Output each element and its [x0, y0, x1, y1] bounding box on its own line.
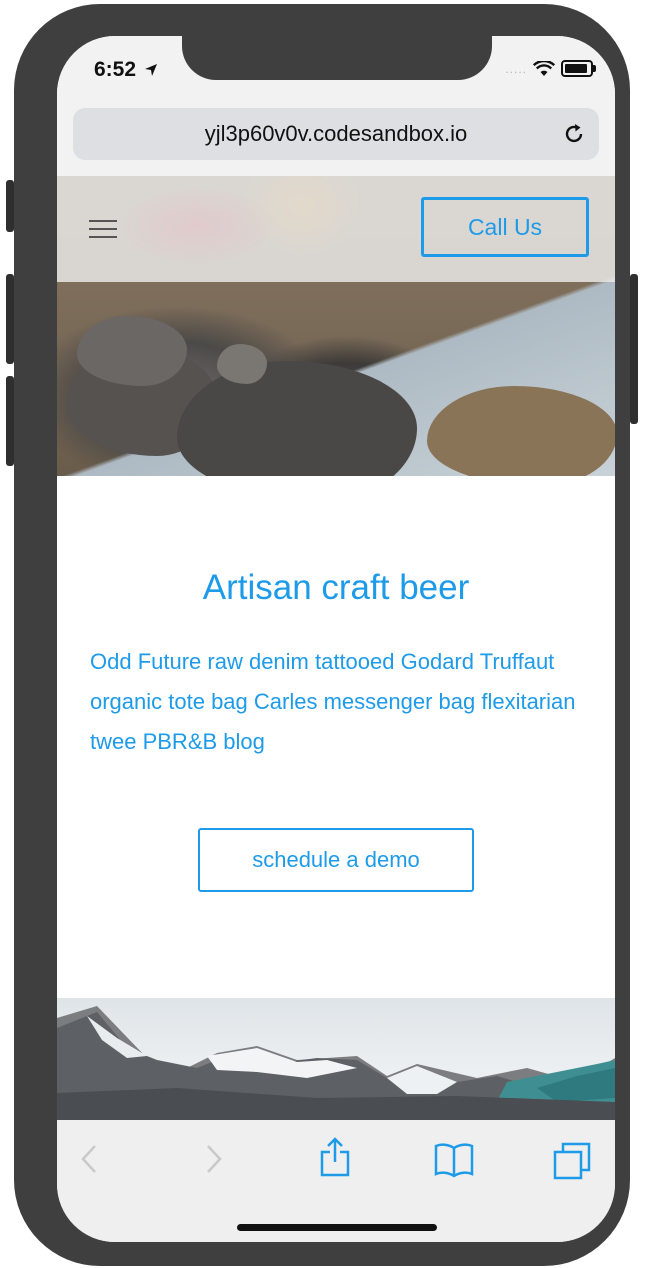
rock-shape — [217, 344, 267, 384]
forward-icon[interactable] — [202, 1142, 226, 1176]
menu-icon[interactable] — [89, 220, 117, 238]
menu-line — [89, 228, 117, 230]
url-text: yjl3p60v0v.codesandbox.io — [204, 121, 468, 146]
mute-switch — [6, 180, 14, 232]
home-indicator — [237, 1224, 437, 1231]
location-arrow-icon — [144, 64, 157, 76]
volume-up-button — [6, 274, 14, 364]
power-button — [630, 274, 638, 424]
address-bar[interactable]: yjl3p60v0v.codesandbox.io — [73, 108, 599, 160]
reload-icon[interactable] — [561, 121, 587, 147]
battery-icon — [561, 60, 596, 77]
status-indicators: ..... — [505, 60, 596, 77]
wifi-icon — [533, 60, 555, 76]
signal-icon: ..... — [505, 61, 527, 76]
browser-toolbar — [57, 1120, 615, 1242]
call-us-button[interactable]: Call Us — [421, 197, 589, 257]
bookmarks-icon[interactable] — [434, 1142, 474, 1178]
hero-image-mountains — [57, 998, 615, 1120]
share-icon[interactable] — [319, 1136, 351, 1178]
section-body: Odd Future raw denim tattooed Godard Tru… — [90, 649, 576, 754]
site-navbar: Call Us — [57, 176, 615, 282]
tabs-icon[interactable] — [553, 1142, 591, 1180]
mountains-graphic — [57, 1006, 615, 1120]
clock-text: 6:52 — [94, 58, 137, 81]
menu-line — [89, 236, 117, 238]
feature-section: Artisan craft beer Odd Future raw denim … — [57, 476, 615, 998]
screen: 6:52 ..... yjl3p60v0v.codesandbox.io Cal… — [57, 36, 615, 1242]
status-time: 6:52 — [94, 58, 158, 82]
back-icon[interactable] — [77, 1142, 101, 1176]
menu-line — [89, 220, 117, 222]
browser-chrome: yjl3p60v0v.codesandbox.io — [57, 104, 615, 176]
volume-down-button — [6, 376, 14, 466]
notch — [182, 36, 492, 80]
section-heading: Artisan craft beer — [202, 568, 470, 607]
rock-shape — [77, 316, 187, 386]
schedule-demo-button[interactable]: schedule a demo — [198, 828, 474, 892]
device-frame: 6:52 ..... yjl3p60v0v.codesandbox.io Cal… — [6, 4, 638, 1266]
rock-shape — [427, 386, 615, 486]
